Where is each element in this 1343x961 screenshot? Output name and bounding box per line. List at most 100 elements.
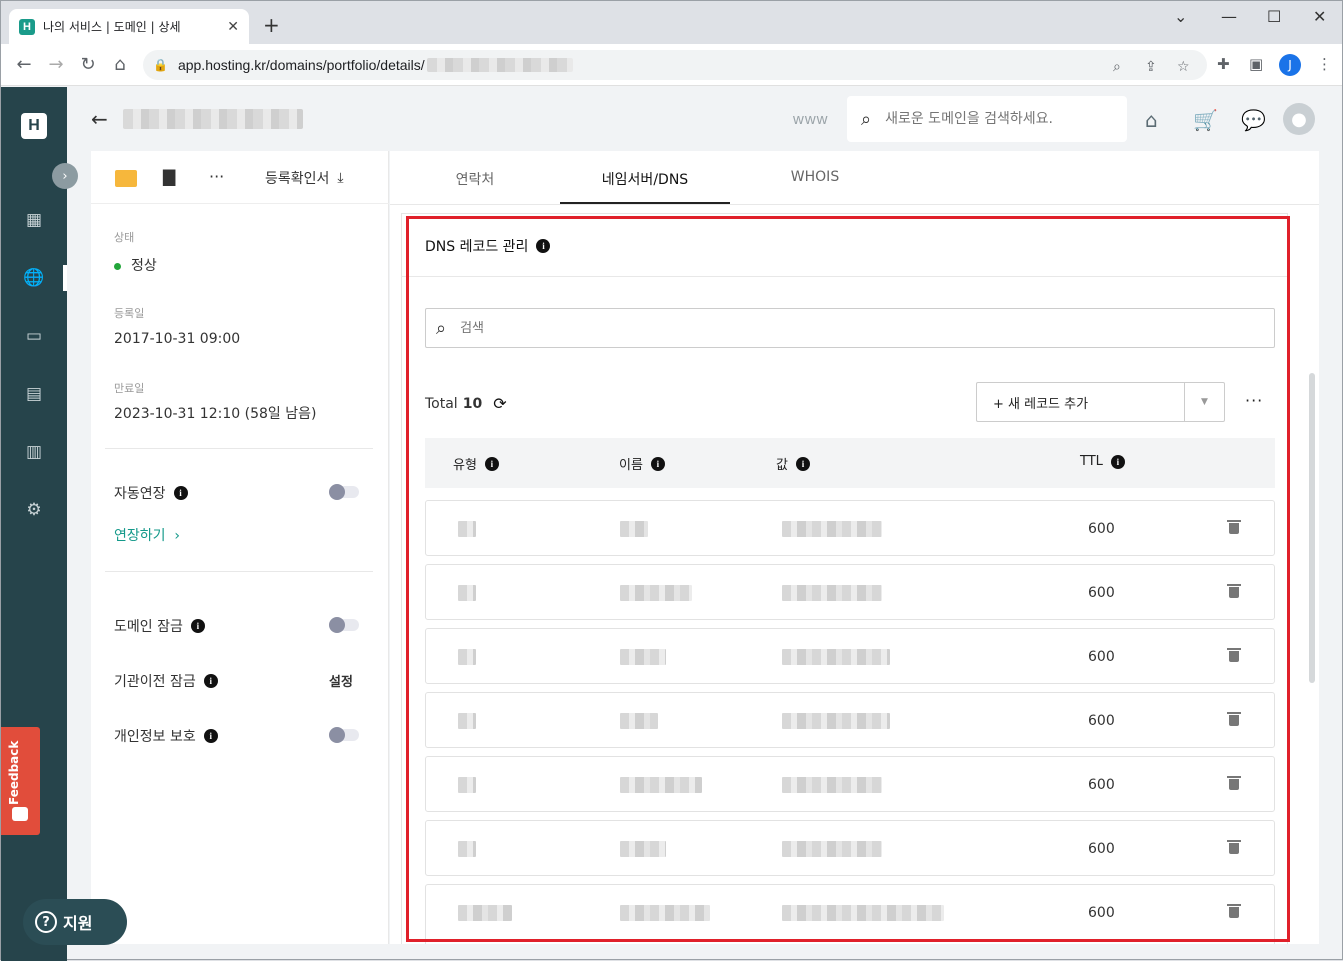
feedback-tab[interactable]: Feedback [1,727,40,835]
globe-icon[interactable]: 🌐 [23,267,45,289]
cart-icon[interactable]: 🛒 [1193,108,1218,132]
trash-icon[interactable] [1227,839,1241,855]
extensions-icon[interactable]: ✚ [1217,55,1230,73]
hosting-logo[interactable]: H [21,113,47,139]
close-tab-icon[interactable]: ✕ [227,19,239,35]
add-record-button[interactable]: + 새 레코드 추가 [977,383,1185,421]
info-icon[interactable]: i [650,456,665,471]
user-avatar[interactable]: ● [1283,103,1315,135]
bookmark-star-icon[interactable]: ☆ [1177,59,1190,75]
new-tab-icon[interactable]: + [263,13,280,37]
table-row[interactable]: 600 [425,564,1275,620]
more-options-icon[interactable]: ··· [1245,391,1263,410]
search-icon: ⌕ [861,108,872,130]
domain-lock-toggle[interactable] [329,617,359,633]
refresh-icon[interactable]: ⟳ [493,394,506,413]
redacted-type [458,521,476,537]
info-icon[interactable]: i [484,456,499,471]
dns-search-input[interactable] [460,320,1161,336]
forward-icon[interactable]: → [45,54,67,75]
site-favicon: H [19,18,35,35]
scrollbar[interactable] [1309,373,1315,683]
back-arrow-icon[interactable]: ← [91,107,108,131]
trash-icon[interactable] [1227,583,1241,599]
record-total: Total 10 ⟳ [425,394,507,413]
domain-search-box[interactable]: ⌕ [847,96,1127,142]
reload-icon[interactable]: ↻ [77,54,99,75]
dns-search-box[interactable]: ⌕ [425,308,1275,348]
server-icon[interactable]: ▥ [23,441,45,463]
table-row[interactable]: 600 [425,692,1275,748]
redacted-value [782,521,882,537]
auto-renew-row: 자동연장 i [114,483,188,503]
registered-value: 2017-10-31 09:00 [114,331,241,347]
support-button[interactable]: ? 지원 [23,899,127,945]
table-row[interactable]: 600 [425,884,1275,944]
sidebar-toggle-chevron-icon[interactable]: › [52,163,78,189]
table-row[interactable]: 600 [425,500,1275,556]
cert-download-button[interactable]: 등록확인서 ⤓ [265,168,344,188]
table-row[interactable]: 600 [425,756,1275,812]
window-close-icon[interactable]: ✕ [1313,7,1326,26]
more-icon[interactable]: ··· [209,167,224,186]
tab-search-icon[interactable]: ⌄ [1174,7,1187,26]
trash-icon[interactable] [1227,647,1241,663]
chat-icon[interactable]: 💬 [1241,108,1266,132]
redacted-type [458,841,476,857]
col-type: 유형 i [453,454,499,473]
domain-name-redacted [123,109,303,129]
home-icon[interactable]: ⌂ [1145,108,1158,132]
info-icon[interactable]: i [1110,454,1125,469]
privacy-toggle[interactable] [329,727,359,743]
stats-icon[interactable]: ▇ [163,167,175,186]
tab-contacts[interactable]: 연락처 [390,169,560,189]
billing-icon[interactable]: ▤ [23,383,45,405]
domain-search-input[interactable] [885,111,1096,127]
dashboard-icon[interactable]: ▦ [23,209,45,231]
info-icon[interactable]: i [203,674,218,688]
zoom-icon[interactable]: ⌕ [1113,59,1121,75]
ttl-value: 600 [1088,713,1115,729]
info-icon[interactable]: i [203,729,218,743]
ttl-value: 600 [1088,521,1115,537]
info-icon[interactable]: i [536,239,551,253]
info-icon[interactable]: i [190,619,205,633]
transfer-lock-set-button[interactable]: 설정 [329,671,353,690]
add-record-split-button: + 새 레코드 추가 ▼ [976,382,1225,422]
profile-avatar[interactable]: J [1279,54,1301,76]
back-icon[interactable]: ← [13,54,35,75]
side-panel-icon[interactable]: ▣ [1249,55,1263,73]
table-row[interactable]: 600 [425,628,1275,684]
url-text: app.hosting.kr/domains/portfolio/details… [177,57,425,73]
settings-icon[interactable]: ⚙ [23,499,45,521]
renew-link[interactable]: 연장하기 › [114,525,180,545]
home-icon[interactable]: ⌂ [109,54,131,75]
info-icon[interactable]: i [795,456,810,471]
browser-toolbar: ← → ↻ ⌂ 🔒 app.hosting.kr/domains/portfol… [1,44,1342,86]
redacted-type [458,649,476,665]
status-label: 상태 [114,231,135,244]
info-icon[interactable]: i [173,486,188,500]
browser-menu-icon[interactable]: ⋮ [1317,55,1332,73]
browser-tab[interactable]: H 나의 서비스 | 도메인 | 상세 ✕ [9,9,249,44]
domain-lock-row: 도메인 잠금 i [114,616,205,636]
window-icon[interactable]: ▭ [23,325,45,347]
expiry-value: 2023-10-31 12:10 (58일 남음) [114,406,317,422]
trash-icon[interactable] [1227,775,1241,791]
lock-icon[interactable]: 🔒 [153,58,168,72]
address-bar[interactable]: 🔒 app.hosting.kr/domains/portfolio/detai… [143,50,1207,80]
maximize-icon[interactable]: ☐ [1267,7,1281,26]
share-icon[interactable]: ⇪ [1145,59,1157,75]
chevron-down-icon[interactable]: ▼ [1185,383,1224,421]
tab-whois[interactable]: WHOIS [730,169,900,185]
minimize-icon[interactable]: — [1221,7,1237,26]
table-row[interactable]: 600 [425,820,1275,876]
tab-nameserver-dns[interactable]: 네임서버/DNS [560,169,730,189]
auto-renew-toggle[interactable] [329,484,359,500]
redacted-name [620,777,702,793]
folder-icon[interactable] [115,170,137,187]
trash-icon[interactable] [1227,711,1241,727]
ttl-value: 600 [1088,841,1115,857]
trash-icon[interactable] [1227,903,1241,919]
trash-icon[interactable] [1227,519,1241,535]
